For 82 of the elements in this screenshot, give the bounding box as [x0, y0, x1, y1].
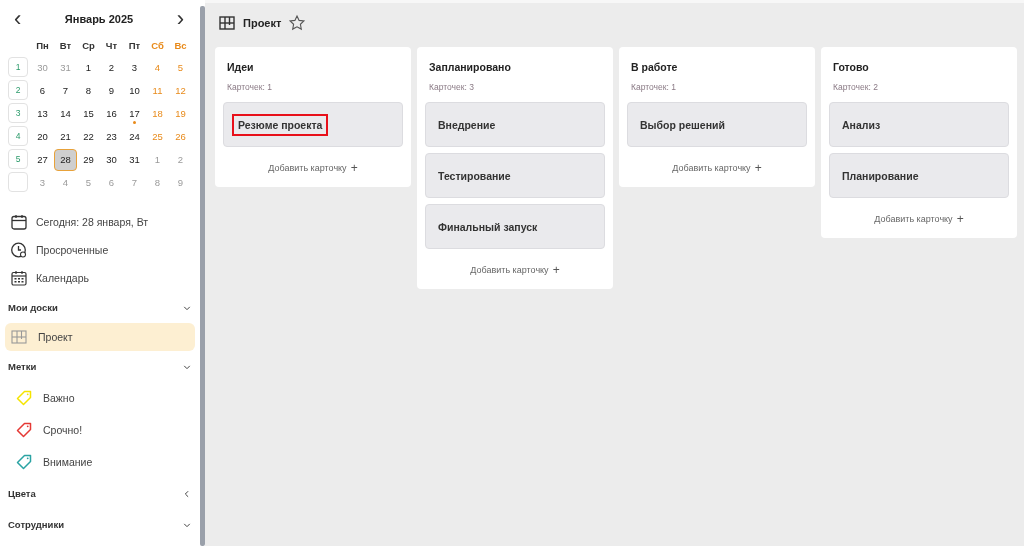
- calendar-day[interactable]: 9: [100, 79, 123, 102]
- weekday-label: Сб: [150, 38, 165, 53]
- week-number[interactable]: 5: [8, 149, 28, 169]
- card-count: Карточек: 2: [832, 81, 879, 94]
- calendar-day[interactable]: 1: [77, 56, 100, 79]
- card-title: Анализ: [841, 117, 882, 133]
- section-title[interactable]: Сотрудники: [8, 519, 64, 530]
- calendar-day[interactable]: 16: [100, 102, 123, 125]
- calendar-day[interactable]: 10: [123, 79, 146, 102]
- weekday-label: Пн: [35, 38, 50, 53]
- board-title: Проект: [243, 17, 282, 29]
- week-number[interactable]: 1: [8, 57, 28, 77]
- card-count: Карточек: 1: [630, 81, 677, 94]
- nav-link[interactable]: Сегодня: 28 января, Вт: [36, 216, 149, 228]
- card-count: Карточек: 3: [428, 81, 475, 94]
- nav-link[interactable]: Просроченные: [36, 244, 109, 256]
- calendar-day[interactable]: 7: [54, 79, 77, 102]
- add-card-button[interactable]: Добавить карточку +: [627, 161, 807, 175]
- card-title: Тестирование: [437, 168, 512, 184]
- calendar-day[interactable]: 13: [31, 102, 54, 125]
- board-icon: [10, 328, 28, 346]
- calendar-day[interactable]: 21: [54, 125, 77, 148]
- card-title: Финальный запуск: [437, 219, 539, 235]
- tag-label[interactable]: Важно: [43, 392, 75, 404]
- weekday-label: Пт: [127, 38, 142, 53]
- task-card[interactable]: Внедрение: [425, 102, 605, 147]
- weekday-label: Вс: [173, 38, 188, 53]
- task-card[interactable]: Резюме проекта: [223, 102, 403, 147]
- weekday-label: Ср: [81, 38, 96, 53]
- tag-label[interactable]: Срочно!: [43, 424, 83, 436]
- calendar-day[interactable]: 2: [100, 56, 123, 79]
- calendar-day[interactable]: 27: [31, 148, 54, 171]
- task-card[interactable]: Финальный запуск: [425, 204, 605, 249]
- calendar-grid-icon: [10, 269, 28, 287]
- board-icon: [218, 14, 236, 32]
- calendar-day[interactable]: 15: [77, 102, 100, 125]
- week-number[interactable]: 2: [8, 80, 28, 100]
- card-count: Карточек: 1: [226, 81, 273, 94]
- calendar-day[interactable]: 28: [54, 148, 77, 171]
- card-title: Внедрение: [437, 117, 497, 133]
- section-title[interactable]: Мои доски: [8, 302, 58, 313]
- card-title: Выбор решений: [639, 117, 726, 133]
- calendar-day[interactable]: 22: [77, 125, 100, 148]
- calendar-icon: [10, 213, 28, 231]
- star-icon[interactable]: [288, 14, 307, 32]
- calendar-day[interactable]: 6: [31, 79, 54, 102]
- calendar-day[interactable]: 17: [123, 102, 146, 125]
- task-card[interactable]: Выбор решений: [627, 102, 807, 147]
- column-title: Запланировано: [428, 60, 512, 73]
- weekday-label: Вт: [58, 38, 73, 53]
- calendar-day[interactable]: 31: [123, 148, 146, 171]
- week-number[interactable]: 4: [8, 126, 28, 146]
- calendar-day[interactable]: 8: [77, 79, 100, 102]
- week-number[interactable]: 3: [8, 103, 28, 123]
- card-title: Планирование: [841, 168, 920, 184]
- tag-label[interactable]: Внимание: [43, 456, 93, 468]
- nav-link[interactable]: Календарь: [36, 272, 89, 284]
- calendar-day[interactable]: 23: [100, 125, 123, 148]
- calendar-day[interactable]: 20: [31, 125, 54, 148]
- column-title: В работе: [630, 60, 679, 73]
- task-card[interactable]: Анализ: [829, 102, 1009, 147]
- add-card-button[interactable]: Добавить карточку +: [223, 161, 403, 175]
- calendar-day[interactable]: 24: [123, 125, 146, 148]
- task-card[interactable]: Тестирование: [425, 153, 605, 198]
- board-item[interactable]: Проект: [5, 323, 195, 351]
- clock-icon: [10, 241, 28, 259]
- calendar-day[interactable]: 14: [54, 102, 77, 125]
- column-title: Готово: [832, 60, 870, 73]
- calendar-day[interactable]: 29: [77, 148, 100, 171]
- weekday-label: Чт: [104, 38, 119, 53]
- previous-month-button[interactable]: ‹: [10, 9, 26, 29]
- task-card[interactable]: Планирование: [829, 153, 1009, 198]
- calendar-day[interactable]: 30: [100, 148, 123, 171]
- add-card-button[interactable]: Добавить карточку +: [425, 263, 605, 277]
- next-month-button[interactable]: ›: [172, 9, 188, 29]
- section-title[interactable]: Цвета: [8, 488, 36, 499]
- month-title: Январь 2025: [64, 13, 134, 25]
- card-title: Резюме проекта: [232, 113, 329, 136]
- column-title: Идеи: [226, 60, 255, 73]
- add-card-button[interactable]: Добавить карточку +: [829, 212, 1009, 226]
- section-title[interactable]: Метки: [8, 361, 37, 372]
- calendar-day[interactable]: 3: [123, 56, 146, 79]
